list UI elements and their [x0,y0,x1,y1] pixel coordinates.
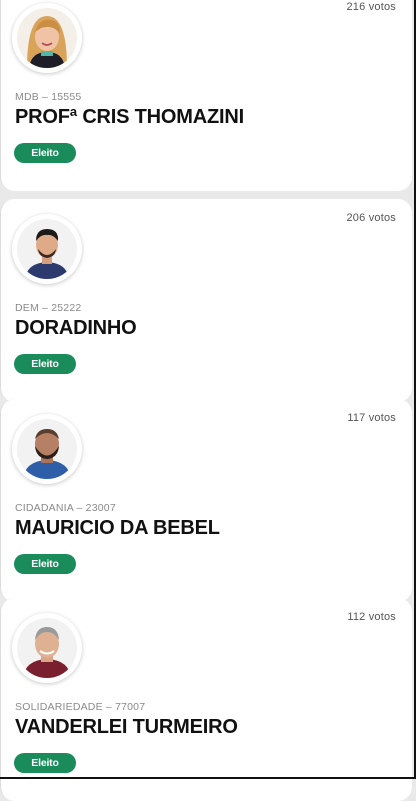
vote-count: 216 votos [346,1,396,13]
candidate-card[interactable]: 206 votos DEM – 25222 DORADINHO Eleito [0,199,412,402]
avatar-man-icon [17,219,77,279]
party-number: CIDADANIA – 23007 [15,502,116,514]
candidate-name: MAURICIO DA BEBEL [15,517,220,540]
candidate-name: PROFª CRIS THOMAZINI [15,106,244,129]
avatar-man-icon [17,618,77,678]
status-badge: Eleito [14,143,76,163]
candidate-photo [12,613,82,683]
candidate-name: VANDERLEI TURMEIRO [15,716,238,739]
candidate-photo [12,214,82,284]
vote-count: 206 votos [346,212,396,224]
avatar-woman-icon [17,8,77,68]
status-badge: Eleito [14,554,76,574]
candidate-card[interactable]: 117 votos CIDADANIA – 23007 MAURICIO DA … [0,399,412,602]
vote-count: 117 votos [347,412,396,424]
status-badge: Eleito [14,354,76,374]
party-number: MDB – 15555 [15,91,81,103]
vote-count: 112 votos [347,611,396,623]
party-number: DEM – 25222 [15,302,81,314]
candidate-photo [12,3,82,73]
status-badge: Eleito [14,753,76,773]
party-number: SOLIDARIEDADE – 77007 [15,701,145,713]
candidate-card[interactable]: 216 votos MDB – 15555 PROFª CRIS THOMAZI… [0,0,412,191]
candidate-card[interactable]: 112 votos SOLIDARIEDADE – 77007 VANDERLE… [0,598,412,801]
candidate-photo [12,414,82,484]
avatar-man-icon [17,419,77,479]
candidate-name: DORADINHO [15,317,137,340]
